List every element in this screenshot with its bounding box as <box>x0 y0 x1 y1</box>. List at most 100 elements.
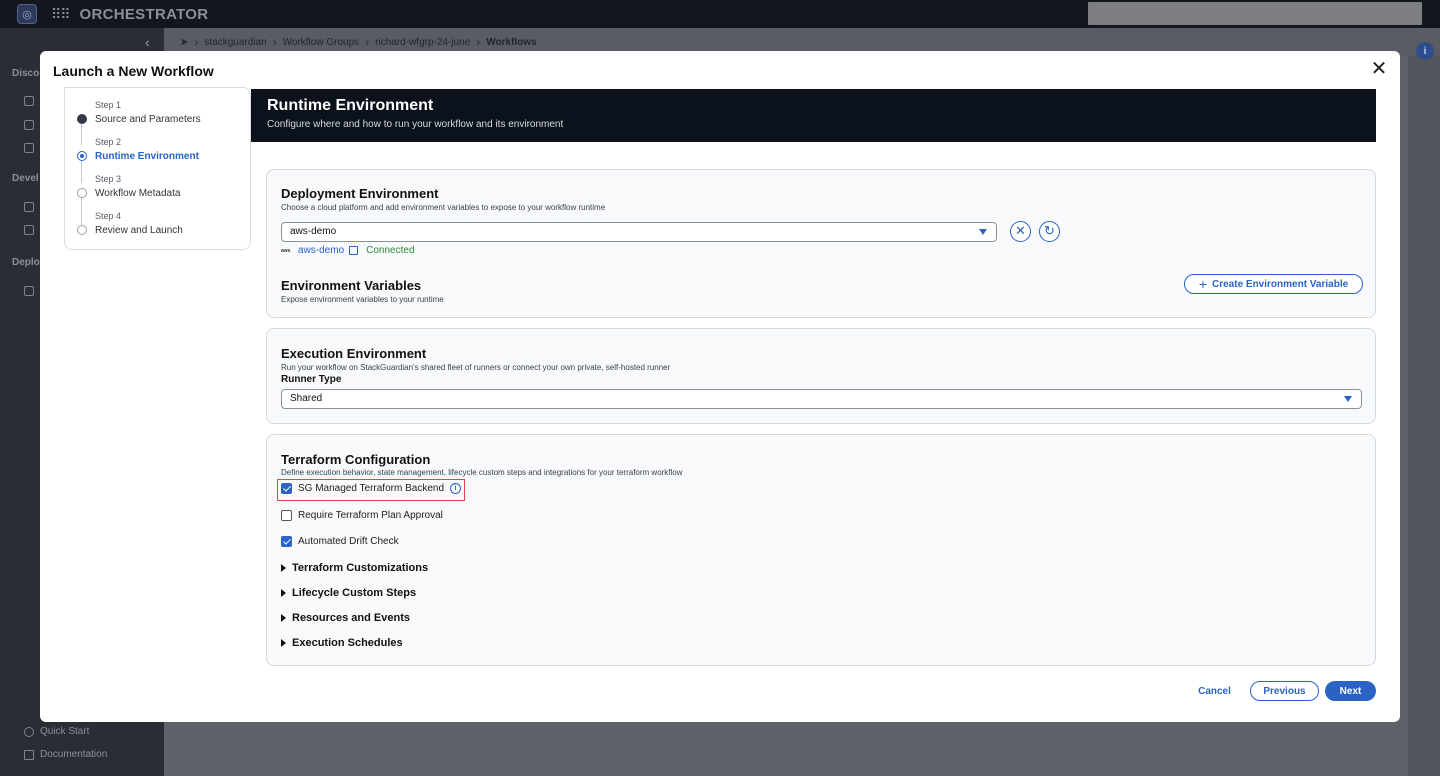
refresh-icon: ↻ <box>1044 223 1055 238</box>
section-title: Runtime Environment <box>267 97 434 114</box>
collapse-sidebar-icon[interactable]: ‹ <box>145 34 150 50</box>
integration-link[interactable]: aws-demo <box>298 245 344 256</box>
step-label: Review and Launch <box>95 225 183 236</box>
connection-info: aws aws-demo Connected <box>281 245 415 256</box>
refresh-button[interactable]: ↻ <box>1039 221 1060 242</box>
panel-title: Terraform Configuration <box>281 452 431 467</box>
step-pending-icon <box>77 188 87 198</box>
next-button[interactable]: Next <box>1325 681 1376 701</box>
section-subtitle: Configure where and how to run your work… <box>267 119 564 130</box>
history-icon[interactable] <box>24 96 34 106</box>
chevron-right-icon: › <box>272 35 277 49</box>
panel-subtitle: Define execution behavior, state managem… <box>281 468 683 477</box>
info-icon[interactable]: i <box>450 483 462 494</box>
right-rail <box>1408 56 1440 776</box>
step-active-icon <box>77 151 87 161</box>
sidebar-item-quick-start[interactable]: Quick Start <box>24 726 89 737</box>
panel-subtitle: Choose a cloud platform and add environm… <box>281 203 606 212</box>
top-search-bar[interactable] <box>1088 2 1422 25</box>
step-runtime-environment[interactable]: Step 2 Runtime Environment <box>95 137 199 162</box>
power-icon <box>24 726 34 737</box>
chevron-right-icon: › <box>365 35 370 49</box>
close-icon[interactable]: ✕ <box>1369 59 1389 79</box>
caret-right-icon <box>281 564 286 572</box>
app-logo-icon[interactable]: ◎ <box>17 4 37 24</box>
step-label: Source and Parameters <box>95 114 201 125</box>
sidebar-item-label: Quick Start <box>40 726 90 737</box>
panel-subtitle: Run your workflow on StackGuardian's sha… <box>281 363 671 372</box>
previous-button[interactable]: Previous <box>1250 681 1319 701</box>
chevron-right-icon: › <box>476 35 481 49</box>
chevron-right-icon: › <box>194 35 199 49</box>
sidebar-section-deploy: Deplo <box>12 257 40 268</box>
launch-workflow-modal: Launch a New Workflow ✕ Step 1 Source an… <box>40 51 1400 722</box>
step-label: Runtime Environment <box>95 151 199 162</box>
dashboard-icon[interactable] <box>24 120 34 130</box>
workflows-icon[interactable] <box>24 286 34 296</box>
checkbox-label: Automated Drift Check <box>298 536 399 547</box>
close-circle-icon: ✕ <box>1015 223 1026 238</box>
step-review-and-launch[interactable]: Step 4 Review and Launch <box>95 211 183 236</box>
expander-label: Terraform Customizations <box>292 562 429 574</box>
checkbox-unchecked-icon[interactable] <box>281 510 292 521</box>
cancel-button[interactable]: Cancel <box>1186 681 1243 701</box>
button-label: Create Environment Variable <box>1212 278 1349 290</box>
panel-title: Deployment Environment <box>281 186 439 201</box>
deployment-environment-select[interactable]: aws-demo <box>281 222 997 242</box>
sidebar-item-documentation[interactable]: Documentation <box>24 749 107 760</box>
terraform-configuration-panel: Terraform Configuration Define execution… <box>266 434 1376 666</box>
caret-right-icon <box>281 589 286 597</box>
expander-label: Resources and Events <box>292 612 410 624</box>
panel-title: Execution Environment <box>281 346 427 361</box>
top-bar: ◎ ⠿⠿ ORCHESTRATOR <box>0 0 1440 28</box>
caret-down-icon <box>1344 396 1352 402</box>
brand-name: ORCHESTRATOR <box>79 5 209 23</box>
select-value: Shared <box>290 393 323 404</box>
external-link-icon[interactable] <box>349 246 359 255</box>
create-environment-variable-button[interactable]: + Create Environment Variable <box>1184 274 1363 294</box>
step-source-and-parameters[interactable]: Step 1 Source and Parameters <box>95 100 201 125</box>
plus-icon: + <box>1198 276 1207 292</box>
connection-status: Connected <box>366 245 415 256</box>
apps-grid-icon[interactable]: ⠿⠿ <box>51 6 70 23</box>
runner-type-select[interactable]: Shared <box>281 389 1362 409</box>
step-workflow-metadata[interactable]: Step 3 Workflow Metadata <box>95 174 180 199</box>
checkbox-checked-icon[interactable] <box>281 536 292 547</box>
checkbox-checked-icon[interactable] <box>281 483 292 494</box>
step-done-icon <box>77 114 87 124</box>
execution-schedules-expander[interactable]: Execution Schedules <box>281 637 403 649</box>
clear-selection-button[interactable]: ✕ <box>1010 221 1031 242</box>
expander-label: Execution Schedules <box>292 637 403 649</box>
book-icon <box>24 749 34 760</box>
require-plan-approval-checkbox[interactable]: Require Terraform Plan Approval <box>281 510 443 521</box>
lifecycle-custom-steps-expander[interactable]: Lifecycle Custom Steps <box>281 587 416 599</box>
panel-subtitle: Expose environment variables to your run… <box>281 295 444 304</box>
modal-title: Launch a New Workflow <box>53 63 214 79</box>
stepper: Step 1 Source and Parameters Step 2 Runt… <box>64 87 251 250</box>
select-value: aws-demo <box>290 226 337 237</box>
execution-environment-panel: Execution Environment Run your workflow … <box>266 328 1376 424</box>
sidebar-section-discover: Disco <box>12 68 40 79</box>
step-connector <box>81 158 82 183</box>
resources-and-events-expander[interactable]: Resources and Events <box>281 612 410 624</box>
breadcrumb-workflow-groups[interactable]: Workflow Groups <box>283 37 360 48</box>
checkbox-label: SG Managed Terraform Backend <box>298 483 445 494</box>
caret-right-icon <box>281 639 286 647</box>
policies-icon[interactable] <box>24 225 34 235</box>
breadcrumb-org[interactable]: stackguardian <box>204 37 266 48</box>
rocket-icon[interactable]: ➤ <box>180 37 188 48</box>
breadcrumb-current: Workflows <box>486 36 537 48</box>
runner-type-label: Runner Type <box>281 374 342 385</box>
section-header-banner: Runtime Environment Configure where and … <box>251 89 1376 142</box>
sidebar-item-label: Documentation <box>40 749 108 760</box>
aws-logo-icon: aws <box>281 247 291 254</box>
automated-drift-check-checkbox[interactable]: Automated Drift Check <box>281 536 399 547</box>
terraform-customizations-expander[interactable]: Terraform Customizations <box>281 562 428 574</box>
breadcrumb-group[interactable]: richard-wfgrp-24-june <box>375 37 470 48</box>
step-number: Step 3 <box>95 174 122 184</box>
sg-managed-backend-checkbox[interactable]: SG Managed Terraform Backend i <box>281 483 462 494</box>
info-icon[interactable]: i <box>1416 42 1434 60</box>
insights-icon[interactable] <box>24 143 34 153</box>
templates-icon[interactable] <box>24 202 34 212</box>
caret-down-icon <box>979 229 987 235</box>
